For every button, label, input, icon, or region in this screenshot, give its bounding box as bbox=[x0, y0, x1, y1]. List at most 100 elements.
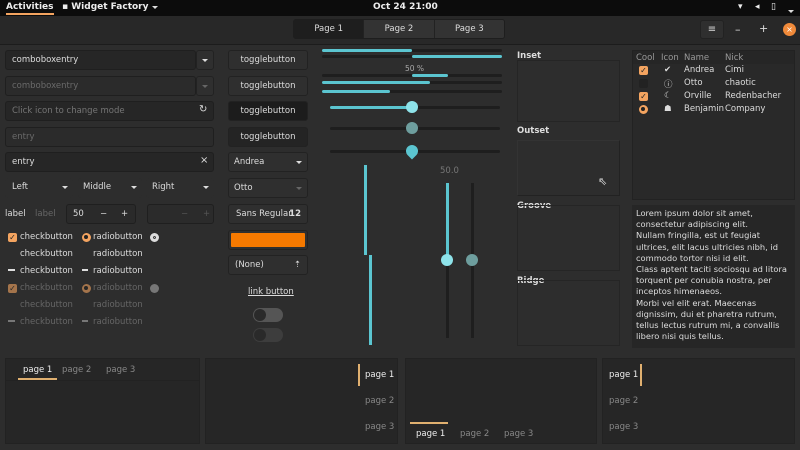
switch-disabled bbox=[253, 328, 283, 342]
volume-icon[interactable]: ◂ bbox=[755, 2, 760, 12]
tab-page-1[interactable]: page 1 bbox=[416, 429, 445, 439]
tab-page-3[interactable]: page 3 bbox=[106, 365, 135, 375]
combobox-entry[interactable]: comboboxentry bbox=[5, 50, 196, 70]
radio-inline[interactable] bbox=[150, 233, 159, 242]
cool-checkbox[interactable]: ✓ bbox=[639, 66, 648, 75]
row-name: Orville bbox=[684, 91, 712, 101]
tab-page-2[interactable]: page 2 bbox=[365, 396, 394, 406]
upload-icon: ⇡ bbox=[293, 260, 301, 270]
text-entry[interactable]: entry bbox=[5, 152, 214, 172]
minus-icon[interactable]: − bbox=[100, 205, 107, 223]
tree-row[interactable]: ✓ ✔ Andrea Cimi bbox=[633, 64, 794, 77]
scale-handle-marks[interactable] bbox=[403, 142, 421, 160]
combo-left[interactable]: Left bbox=[5, 178, 73, 198]
plus-icon[interactable]: + bbox=[121, 205, 128, 223]
vertical-progress-1 bbox=[364, 165, 367, 255]
tab-page-1[interactable]: page 1 bbox=[18, 365, 58, 380]
progress-bar-2 bbox=[322, 55, 502, 58]
scale-value: 50.0 bbox=[440, 166, 459, 176]
spin-button-disabled: − + bbox=[147, 204, 214, 224]
tree-view[interactable]: Cool Icon Name Nick ✓ ✔ Andrea Cimi ⓘ Otto cha… bbox=[632, 50, 795, 200]
scale-handle[interactable] bbox=[406, 101, 418, 113]
wifi-icon[interactable]: ▾ bbox=[738, 2, 743, 12]
text-view[interactable]: Lorem ipsum dolor sit amet, consectetur … bbox=[632, 205, 795, 348]
tab-page-1[interactable]: page 1 bbox=[609, 370, 638, 380]
notebook-top-tabs: page 1 page 2 page 3 bbox=[5, 358, 200, 444]
notebook-right-tabs: page 1 page 2 page 3 bbox=[205, 358, 398, 444]
togglebutton[interactable]: togglebutton bbox=[228, 50, 308, 70]
tree-row[interactable]: ✓ ☾ Orville Redenbacher bbox=[633, 90, 794, 103]
close-button[interactable]: × bbox=[783, 23, 796, 36]
tree-header: Cool Icon Name Nick bbox=[633, 51, 794, 64]
frame-ridge bbox=[517, 280, 620, 346]
clock[interactable]: Oct 24 21:00 bbox=[373, 2, 438, 12]
battery-icon[interactable]: ▯ bbox=[771, 2, 776, 12]
cool-radio[interactable] bbox=[639, 105, 648, 114]
chevron-down-icon bbox=[151, 6, 158, 9]
switch-off[interactable] bbox=[253, 308, 283, 322]
label-disabled: label bbox=[35, 209, 56, 219]
cool-checkbox[interactable] bbox=[639, 79, 648, 88]
combo-dropdown-button-disabled bbox=[196, 76, 214, 96]
column-header-cool[interactable]: Cool bbox=[636, 53, 655, 63]
file-chooser-button[interactable]: (None) ⇡ bbox=[228, 255, 308, 275]
tab-page-3[interactable]: page 3 bbox=[609, 422, 638, 432]
tab-page-3[interactable]: page 3 bbox=[365, 422, 394, 432]
activities-button[interactable]: Activities bbox=[6, 2, 54, 15]
combo-middle[interactable]: Middle bbox=[78, 178, 142, 198]
system-menu-arrow[interactable] bbox=[788, 6, 794, 16]
row-nick: Company bbox=[725, 104, 766, 114]
app-menu[interactable]: ▪ Widget Factory bbox=[62, 2, 158, 12]
combo-andrea[interactable]: Andrea bbox=[228, 152, 308, 172]
row-name: Otto bbox=[684, 78, 703, 88]
scale-handle-disabled bbox=[406, 122, 418, 134]
progress-label: 50 % bbox=[405, 64, 425, 73]
tab-page-2[interactable]: page 2 bbox=[460, 429, 489, 439]
cool-checkbox[interactable]: ✓ bbox=[639, 92, 648, 101]
column-header-name[interactable]: Name bbox=[684, 53, 709, 63]
refresh-icon[interactable]: ↻ bbox=[199, 104, 207, 115]
column-header-nick[interactable]: Nick bbox=[725, 53, 743, 63]
vertical-scale-handle[interactable] bbox=[441, 254, 453, 266]
tree-row[interactable]: ☗ Benjamin Company bbox=[633, 103, 794, 116]
label: label bbox=[5, 209, 26, 219]
tab-page-3[interactable]: Page 3 bbox=[433, 20, 504, 38]
font-button[interactable]: Sans Regular 12 bbox=[228, 204, 308, 224]
top-bar: Activities ▪ Widget Factory Oct 24 21:00… bbox=[0, 0, 800, 16]
color-button[interactable] bbox=[228, 230, 308, 250]
row-nick: Redenbacher bbox=[725, 91, 782, 101]
entry-disabled: entry bbox=[5, 127, 214, 147]
header-bar: Page 1 Page 2 Page 3 ≡ – + × bbox=[0, 16, 800, 45]
vertical-progress-2 bbox=[369, 255, 372, 345]
spin-button[interactable]: 50− + bbox=[66, 204, 136, 224]
moon-icon: ☾ bbox=[664, 91, 672, 101]
progress-bar-4 bbox=[322, 81, 502, 84]
row-nick: Cimi bbox=[725, 65, 744, 75]
link-button[interactable]: link button bbox=[248, 287, 294, 297]
combo-right[interactable]: Right bbox=[146, 178, 214, 198]
togglebutton-active[interactable]: togglebutton bbox=[228, 101, 308, 121]
tab-page-3[interactable]: page 3 bbox=[504, 429, 533, 439]
color-swatch bbox=[231, 233, 305, 247]
frame-label-outset: Outset bbox=[517, 126, 550, 136]
combo-otto-disabled: Otto bbox=[228, 178, 308, 198]
column-header-icon[interactable]: Icon bbox=[661, 53, 679, 63]
mode-entry[interactable] bbox=[5, 101, 214, 121]
tab-page-2[interactable]: page 2 bbox=[62, 365, 91, 375]
tab-page-1[interactable]: page 1 bbox=[365, 370, 394, 380]
tab-page-1[interactable]: Page 1 bbox=[294, 20, 364, 38]
progress-bar-1 bbox=[322, 49, 502, 52]
mouse-cursor-icon: ⇖ bbox=[598, 175, 608, 188]
clear-icon[interactable]: × bbox=[200, 155, 208, 166]
frame-inset bbox=[517, 60, 620, 122]
tab-page-2[interactable]: Page 2 bbox=[363, 20, 434, 38]
maximize-button[interactable]: + bbox=[759, 22, 768, 35]
minimize-button[interactable]: – bbox=[735, 23, 741, 36]
tree-row[interactable]: ⓘ Otto chaotic bbox=[633, 77, 794, 90]
app-icon: ▪ bbox=[62, 2, 72, 12]
combo-dropdown-button[interactable] bbox=[196, 50, 214, 70]
menu-button[interactable]: ≡ bbox=[700, 20, 724, 39]
robot-icon: ☗ bbox=[664, 104, 672, 114]
radio-inline-disabled bbox=[150, 284, 159, 293]
tab-page-2[interactable]: page 2 bbox=[609, 396, 638, 406]
